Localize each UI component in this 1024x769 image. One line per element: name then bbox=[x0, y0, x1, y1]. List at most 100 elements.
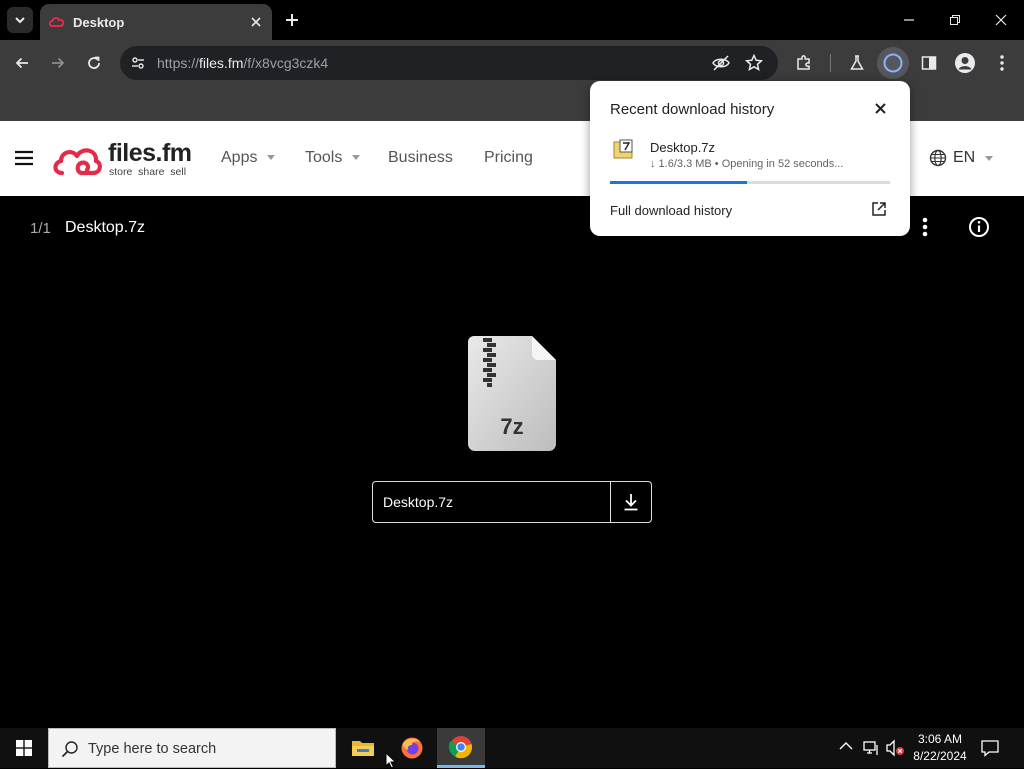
files-fm-favicon-icon bbox=[48, 17, 65, 27]
url-text: https://files.fm/f/x8vcg3czk4 bbox=[157, 55, 329, 71]
chevron-down-icon bbox=[985, 155, 994, 161]
chevron-up-icon bbox=[839, 742, 853, 750]
extensions-button[interactable] bbox=[790, 49, 818, 77]
side-panel-icon bbox=[921, 56, 937, 70]
new-tab-button[interactable] bbox=[282, 10, 302, 30]
full-download-history-link[interactable]: Full download history bbox=[610, 203, 732, 218]
kebab-menu-icon bbox=[922, 217, 928, 237]
arrow-left-icon bbox=[15, 57, 28, 69]
close-icon bbox=[874, 102, 886, 114]
tab-title: Desktop bbox=[73, 14, 125, 30]
browser-menu-button[interactable] bbox=[988, 49, 1016, 77]
restore-icon bbox=[950, 15, 960, 25]
archive-file-icon: 7z bbox=[468, 336, 556, 451]
popup-heading: Recent download history bbox=[610, 101, 775, 118]
back-button[interactable] bbox=[8, 49, 36, 77]
open-external-button[interactable] bbox=[871, 201, 887, 217]
globe-icon bbox=[929, 149, 947, 167]
archive-file-icon bbox=[612, 139, 634, 161]
mouse-cursor-icon bbox=[385, 752, 397, 769]
chevron-down-icon bbox=[15, 17, 25, 24]
browser-tab-strip: Desktop bbox=[0, 0, 1024, 40]
close-window-button[interactable] bbox=[989, 8, 1013, 32]
download-history-popup: Recent download history Desktop.7z ↓ 1.6… bbox=[590, 81, 910, 236]
minimize-icon bbox=[904, 19, 914, 21]
folder-icon bbox=[352, 741, 374, 756]
file-extension-label: 7z bbox=[500, 414, 524, 439]
minimize-button[interactable] bbox=[897, 8, 921, 32]
chevron-down-icon bbox=[352, 155, 361, 161]
language-label: EN bbox=[953, 149, 976, 166]
chevron-down-icon bbox=[267, 155, 276, 161]
browser-tab[interactable]: Desktop bbox=[40, 4, 272, 40]
puzzle-icon bbox=[797, 55, 810, 70]
download-file-name[interactable]: Desktop.7z bbox=[650, 140, 715, 155]
address-bar[interactable]: https://files.fm/f/x8vcg3czk4 bbox=[120, 46, 778, 80]
logo-text: files.fm bbox=[108, 139, 192, 167]
file-download-box: Desktop.7z bbox=[372, 481, 652, 523]
search-icon bbox=[61, 741, 78, 758]
clock-tray[interactable]: 3:06 AM 8/22/2024 bbox=[910, 728, 970, 768]
eye-off-icon[interactable] bbox=[711, 54, 731, 72]
star-icon[interactable] bbox=[745, 54, 763, 72]
download-progress-icon bbox=[883, 53, 903, 73]
show-hidden-icons-button[interactable] bbox=[839, 741, 853, 751]
profile-avatar-icon bbox=[955, 53, 975, 73]
site-settings-icon bbox=[132, 57, 144, 69]
more-options-button[interactable] bbox=[915, 217, 935, 237]
network-icon bbox=[863, 741, 878, 755]
labs-button[interactable] bbox=[843, 49, 871, 77]
arrow-right-icon bbox=[52, 57, 65, 69]
open-in-new-icon bbox=[872, 202, 886, 216]
file-viewer: 1/1 Desktop.7z 7z Desktop.7z bbox=[0, 196, 1024, 728]
nav-pricing[interactable]: Pricing bbox=[484, 149, 533, 167]
volume-tray-button[interactable] bbox=[885, 739, 905, 757]
volume-muted-icon bbox=[886, 739, 904, 757]
download-status: ↓ 1.6/3.3 MB • Opening in 52 seconds... bbox=[650, 158, 844, 170]
restore-button[interactable] bbox=[943, 8, 967, 32]
taskbar-search-box[interactable]: Type here to search bbox=[48, 728, 336, 768]
file-info-button[interactable] bbox=[968, 216, 990, 238]
files-fm-logo[interactable]: files.fm store share sell bbox=[52, 139, 202, 181]
language-selector[interactable]: EN bbox=[929, 149, 994, 167]
kebab-menu-icon bbox=[1000, 55, 1004, 71]
logo-tagline: store share sell bbox=[109, 166, 187, 178]
notifications-button[interactable] bbox=[980, 738, 1000, 758]
file-counter: 1/1 bbox=[30, 220, 51, 237]
hamburger-menu-button[interactable] bbox=[14, 150, 34, 166]
windows-logo-icon bbox=[16, 740, 32, 756]
tab-search-button[interactable] bbox=[7, 7, 33, 33]
download-button[interactable] bbox=[611, 482, 651, 522]
download-icon bbox=[624, 494, 638, 511]
close-icon bbox=[995, 14, 1007, 26]
flask-icon bbox=[850, 55, 864, 70]
taskbar-file-explorer[interactable] bbox=[339, 728, 387, 768]
clock-date: 8/22/2024 bbox=[913, 749, 967, 763]
close-icon bbox=[251, 17, 261, 27]
network-tray-button[interactable] bbox=[862, 739, 880, 757]
hamburger-icon bbox=[15, 150, 33, 166]
notification-icon bbox=[981, 740, 999, 757]
taskbar-chrome[interactable] bbox=[437, 728, 485, 768]
chrome-icon bbox=[449, 735, 473, 758]
reload-button[interactable] bbox=[80, 49, 108, 77]
download-progress-bar bbox=[610, 181, 890, 184]
browser-toolbar: https://files.fm/f/x8vcg3czk4 bbox=[0, 40, 1024, 86]
profile-button[interactable] bbox=[951, 49, 979, 77]
tab-close-button[interactable] bbox=[246, 12, 266, 32]
popup-close-button[interactable] bbox=[870, 98, 890, 118]
file-name-label: Desktop.7z bbox=[383, 494, 454, 510]
start-button[interactable] bbox=[0, 728, 48, 768]
firefox-icon bbox=[401, 737, 423, 759]
clock-time: 3:06 AM bbox=[917, 732, 963, 746]
cloud-logo-icon bbox=[53, 148, 102, 176]
search-placeholder: Type here to search bbox=[88, 741, 217, 757]
download-progress-fill bbox=[610, 181, 748, 184]
nav-apps[interactable]: Apps bbox=[221, 149, 276, 167]
nav-tools[interactable]: Tools bbox=[305, 149, 361, 167]
forward-button[interactable] bbox=[44, 49, 72, 77]
side-panel-button[interactable] bbox=[915, 49, 943, 77]
plus-icon bbox=[286, 14, 298, 26]
downloads-button[interactable] bbox=[877, 47, 909, 79]
nav-business[interactable]: Business bbox=[388, 149, 453, 167]
